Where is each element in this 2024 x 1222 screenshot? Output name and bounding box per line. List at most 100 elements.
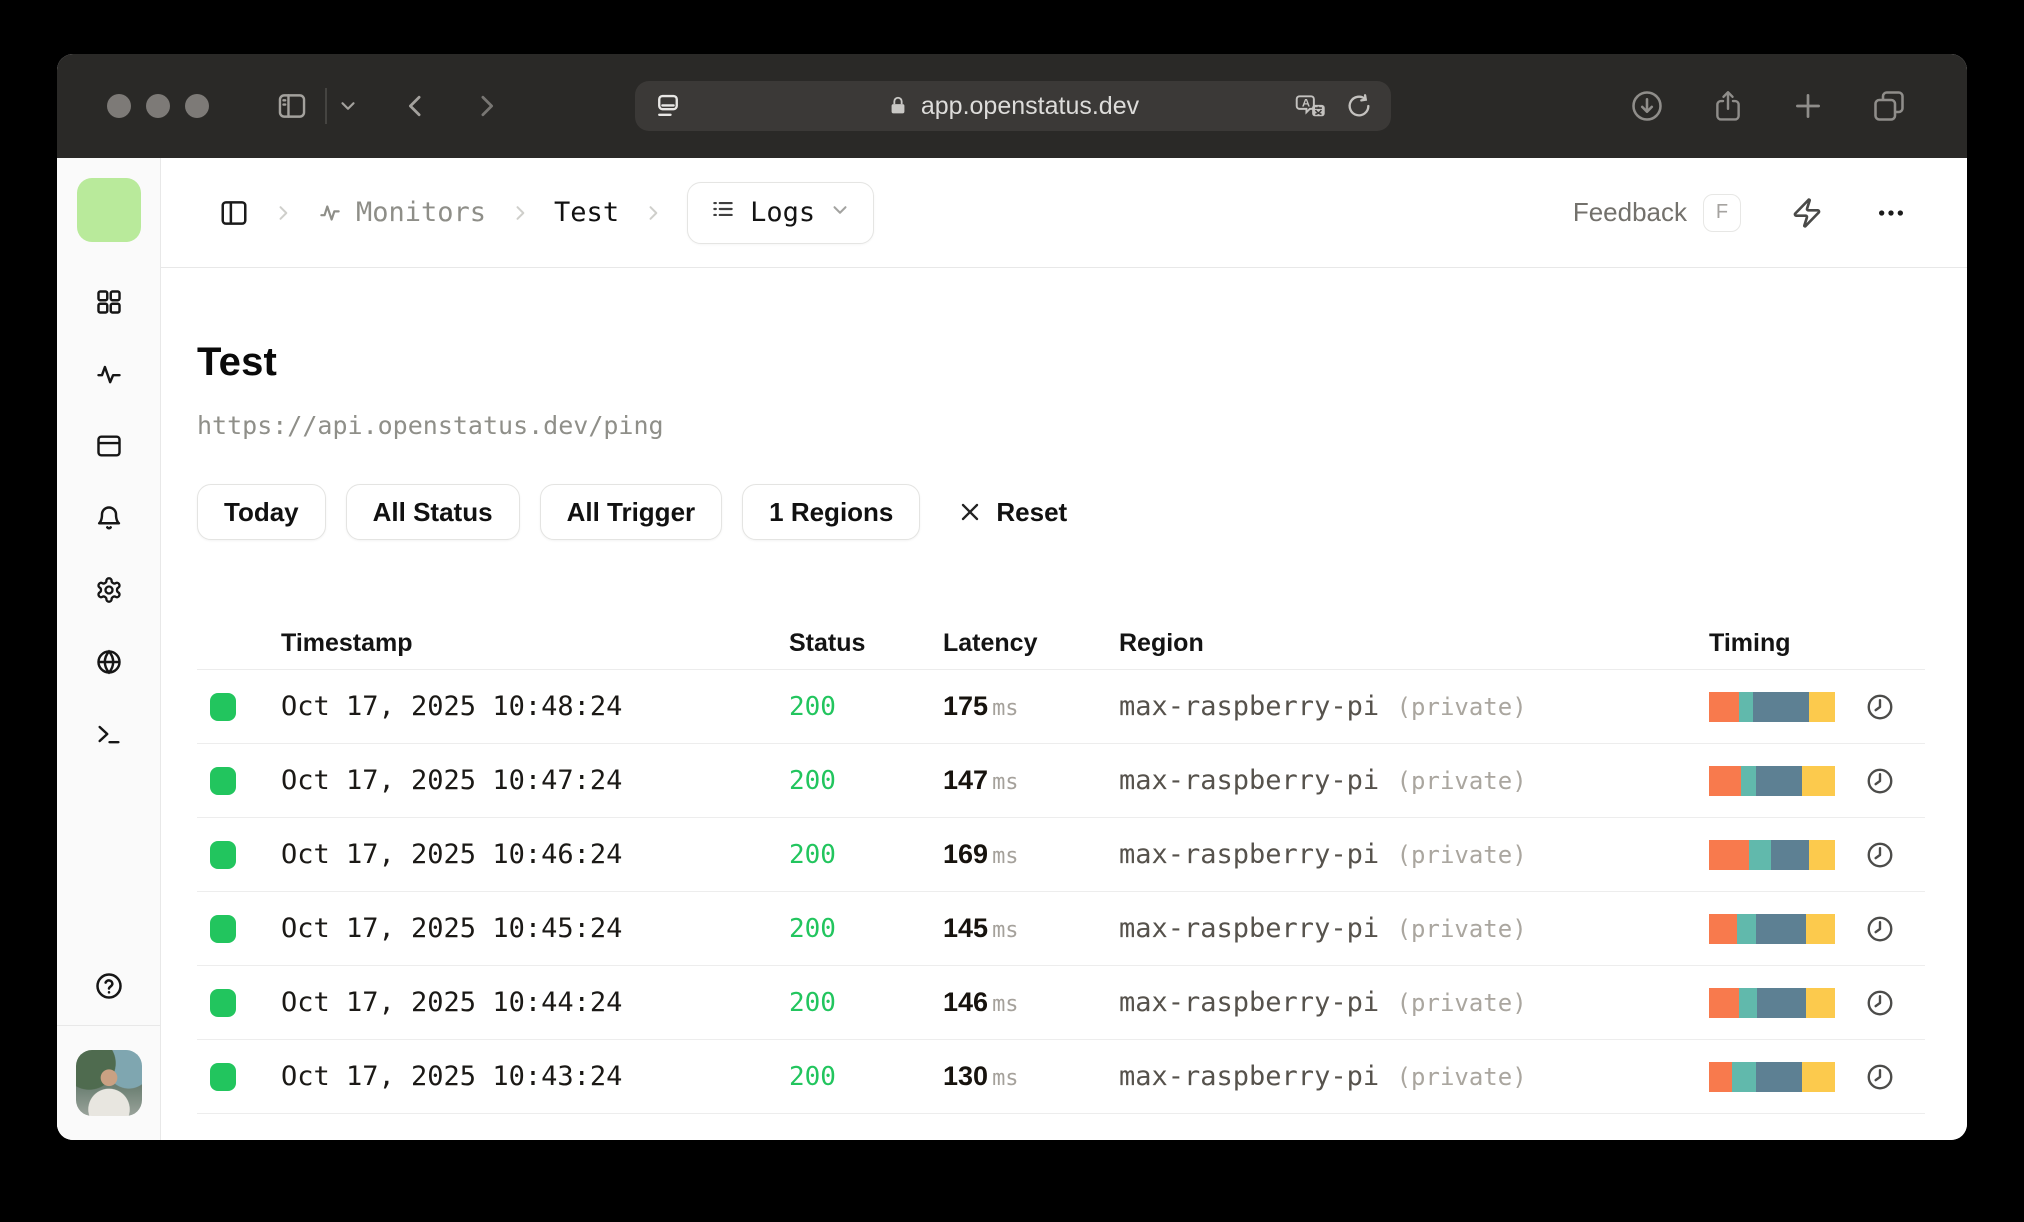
lightning-icon bbox=[1793, 197, 1821, 228]
filter-status-button[interactable]: All Status bbox=[345, 484, 520, 540]
browser-window-icon bbox=[96, 435, 121, 457]
sidebar-item-cli[interactable] bbox=[95, 720, 123, 748]
region-name: max-raspberry-pi bbox=[1119, 691, 1380, 722]
address-text: app.openstatus.dev bbox=[920, 91, 1140, 120]
ellipsis-icon bbox=[1879, 209, 1903, 216]
share-icon[interactable] bbox=[1711, 88, 1745, 124]
region-name: max-raspberry-pi bbox=[1119, 1061, 1380, 1092]
address-bar[interactable]: app.openstatus.dev A bbox=[635, 81, 1391, 131]
column-header-latency: Latency bbox=[943, 629, 1038, 657]
reset-filters-button[interactable]: Reset bbox=[958, 497, 1067, 528]
filter-regions-button[interactable]: 1 Regions bbox=[742, 484, 921, 540]
sidebar-item-settings[interactable] bbox=[95, 576, 123, 604]
log-row[interactable]: Oct 17, 2025 10:46:24 200 169 ms max-ras… bbox=[197, 818, 1925, 892]
log-region: max-raspberry-pi (private) bbox=[1119, 913, 1709, 944]
log-region: max-raspberry-pi (private) bbox=[1119, 765, 1709, 796]
timing-bar bbox=[1709, 913, 1835, 944]
log-latency: 169 ms bbox=[943, 839, 1119, 870]
activity-icon bbox=[96, 365, 121, 384]
clock-icon[interactable] bbox=[1865, 914, 1895, 944]
log-latency: 130 ms bbox=[943, 1061, 1119, 1092]
app-sidebar-toggle-button[interactable] bbox=[219, 198, 249, 228]
log-timestamp: Oct 17, 2025 10:47:24 bbox=[281, 765, 623, 796]
log-row[interactable]: Oct 17, 2025 10:48:24 200 175 ms max-ras… bbox=[197, 670, 1925, 744]
user-avatar[interactable] bbox=[75, 1050, 142, 1116]
latency-unit: ms bbox=[992, 1066, 1019, 1091]
sidebar-item-domains[interactable] bbox=[95, 648, 123, 676]
minimize-window-button[interactable] bbox=[146, 94, 170, 118]
status-indicator bbox=[210, 1062, 236, 1091]
tab-group-chevron-icon[interactable] bbox=[337, 95, 359, 117]
latency-value: 169 bbox=[943, 839, 989, 869]
log-row[interactable]: Oct 17, 2025 10:47:24 200 147 ms max-ras… bbox=[197, 744, 1925, 818]
latency-value: 146 bbox=[943, 987, 989, 1017]
forward-button-icon[interactable] bbox=[471, 91, 501, 121]
more-options-button[interactable] bbox=[1875, 197, 1907, 229]
filter-period-button[interactable]: Today bbox=[197, 484, 326, 540]
region-visibility-note: (private) bbox=[1396, 915, 1527, 943]
new-tab-icon[interactable] bbox=[1791, 89, 1825, 123]
back-button-icon[interactable] bbox=[401, 91, 431, 121]
bell-icon bbox=[97, 506, 120, 530]
sidebar-divider bbox=[57, 1025, 161, 1026]
sidebar-item-status-pages[interactable] bbox=[95, 432, 123, 460]
latency-unit: ms bbox=[992, 918, 1019, 943]
sidebar-item-notifications[interactable] bbox=[95, 504, 123, 532]
clock-icon[interactable] bbox=[1865, 840, 1895, 870]
log-status-code: 200 bbox=[789, 839, 836, 870]
monitor-endpoint-url: https://api.openstatus.dev/ping bbox=[197, 411, 664, 440]
log-row[interactable]: Oct 17, 2025 10:45:24 200 145 ms max-ras… bbox=[197, 892, 1925, 966]
downloads-icon[interactable] bbox=[1629, 88, 1665, 124]
header-actions: Feedback F bbox=[1573, 193, 1907, 232]
log-timestamp: Oct 17, 2025 10:45:24 bbox=[281, 913, 623, 944]
globe-icon bbox=[96, 649, 121, 675]
view-selector-logs[interactable]: Logs bbox=[687, 181, 875, 244]
clock-icon[interactable] bbox=[1865, 988, 1895, 1018]
help-icon bbox=[95, 973, 122, 999]
region-name: max-raspberry-pi bbox=[1119, 913, 1380, 944]
clock-icon[interactable] bbox=[1865, 766, 1895, 796]
log-latency: 147 ms bbox=[943, 765, 1119, 796]
log-row[interactable]: Oct 17, 2025 10:43:24 200 130 ms max-ras… bbox=[197, 1040, 1925, 1114]
log-status-code: 200 bbox=[789, 1061, 836, 1092]
timing-bar bbox=[1709, 765, 1835, 796]
zoom-window-button[interactable] bbox=[185, 94, 209, 118]
sidebar-item-monitors[interactable] bbox=[95, 360, 123, 388]
app-sidebar bbox=[57, 158, 161, 1140]
sidebar-item-dashboard[interactable] bbox=[95, 288, 123, 316]
log-timestamp: Oct 17, 2025 10:48:24 bbox=[281, 691, 623, 722]
breadcrumb-monitors[interactable]: Monitors bbox=[317, 197, 486, 228]
timing-bar bbox=[1709, 691, 1835, 722]
filter-bar: Today All Status All Trigger 1 Regions R… bbox=[197, 484, 1925, 540]
tab-overview-icon[interactable] bbox=[1871, 88, 1907, 124]
clock-icon[interactable] bbox=[1865, 1062, 1895, 1092]
feedback-button[interactable]: Feedback F bbox=[1573, 193, 1741, 232]
log-timestamp: Oct 17, 2025 10:46:24 bbox=[281, 839, 623, 870]
panel-left-icon bbox=[221, 200, 247, 225]
table-header-row: Timestamp Status Latency Region Timing bbox=[197, 618, 1925, 670]
app-shell: Monitors Test Logs Feedback F Test https… bbox=[57, 158, 1967, 1140]
latency-value: 130 bbox=[943, 1061, 989, 1091]
page-title: Test bbox=[197, 340, 278, 384]
region-visibility-note: (private) bbox=[1396, 1063, 1527, 1091]
status-indicator bbox=[210, 914, 236, 943]
chevron-down-icon bbox=[829, 197, 851, 228]
help-button[interactable] bbox=[94, 971, 124, 1001]
latency-unit: ms bbox=[992, 696, 1019, 721]
close-window-button[interactable] bbox=[107, 94, 131, 118]
filter-trigger-button[interactable]: All Trigger bbox=[539, 484, 723, 540]
browser-sidebar-toggle-icon[interactable] bbox=[275, 89, 309, 123]
log-latency: 145 ms bbox=[943, 913, 1119, 944]
status-indicator bbox=[210, 840, 236, 869]
main-panel: Monitors Test Logs Feedback F Test https… bbox=[161, 158, 1967, 1140]
workspace-logo[interactable] bbox=[76, 178, 141, 242]
quick-actions-button[interactable] bbox=[1791, 197, 1823, 229]
log-region: max-raspberry-pi (private) bbox=[1119, 691, 1709, 722]
page-content: Test https://api.openstatus.dev/ping Tod… bbox=[161, 268, 1967, 1140]
latency-unit: ms bbox=[992, 992, 1019, 1017]
region-visibility-note: (private) bbox=[1396, 841, 1527, 869]
logs-table: Timestamp Status Latency Region Timing O… bbox=[197, 618, 1925, 1114]
clock-icon[interactable] bbox=[1865, 692, 1895, 722]
breadcrumb-monitor-name[interactable]: Test bbox=[554, 197, 619, 228]
log-row[interactable]: Oct 17, 2025 10:44:24 200 146 ms max-ras… bbox=[197, 966, 1925, 1040]
